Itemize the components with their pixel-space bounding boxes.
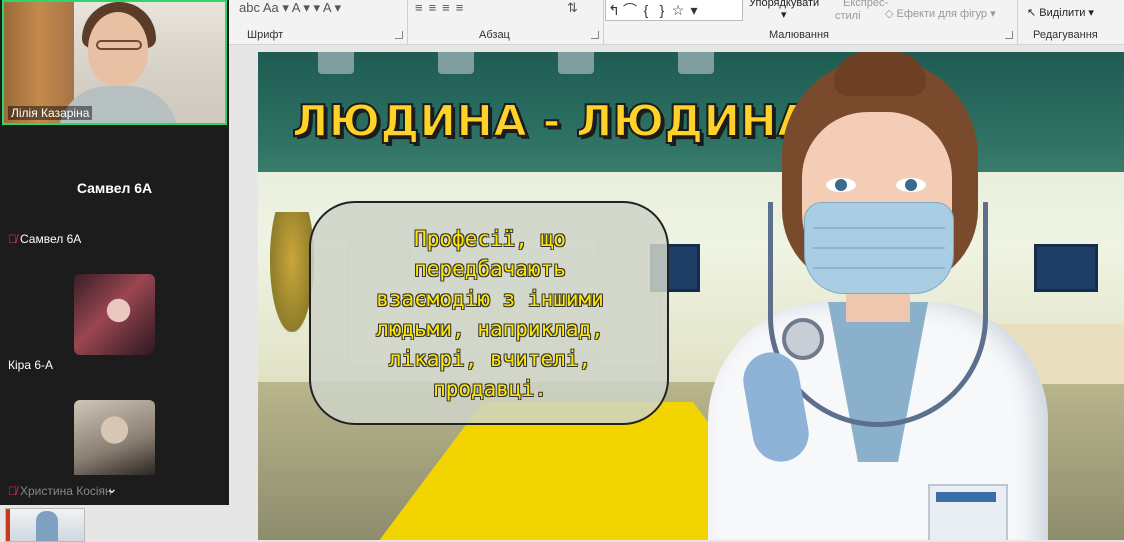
callout-text: Професії, що передбачають взаємодію з ін…: [330, 224, 650, 404]
select-label: Виділити: [1039, 7, 1086, 19]
mic-muted-icon: 🎙̸: [8, 484, 17, 498]
plant: [270, 212, 314, 332]
participant-tile-name: Самвел 6А: [76, 180, 153, 196]
callout-line: Професії, що: [414, 227, 566, 251]
stethoscope-icon: [782, 318, 824, 360]
shape-item[interactable]: ↰: [606, 2, 622, 19]
video-participants-panel: Лілія Казаріна Самвел 6А 🎙̸ Самвел 6А Кір…: [0, 0, 229, 505]
font-controls-row[interactable]: abc Aa ▾ A ▾ ▾ A ▾: [239, 0, 341, 15]
participant-label-text: Самвел 6А: [20, 232, 82, 246]
powerpoint-ribbon: abc Aa ▾ A ▾ ▾ A ▾ ≡≡≡≡ ⇅ Шрифт Абзац ↰ ⌒…: [229, 0, 1124, 45]
chevron-down-icon[interactable]: ⌄: [106, 480, 118, 497]
callout-line: людьми, наприклад,: [376, 317, 604, 341]
shape-item[interactable]: {: [638, 2, 654, 18]
doctor-illustration: [678, 52, 1124, 540]
divider: [603, 0, 604, 44]
drawing-group-label: Малювання: [769, 29, 830, 41]
callout-line: передбачають: [414, 257, 566, 281]
participant-avatar[interactable]: [74, 400, 155, 475]
thumbnail-accent: [6, 509, 10, 541]
divider: [1017, 0, 1018, 44]
callout-line: взаємодію з іншими: [376, 287, 604, 311]
doctor-eye: [896, 178, 926, 192]
select-button[interactable]: ↖ Виділити ▾: [1027, 6, 1094, 19]
shape-effects-button[interactable]: ◇ Ефекти для фігур ▾: [885, 7, 996, 20]
font-group-label: Шрифт: [247, 29, 284, 41]
paragraph-align-buttons[interactable]: ≡≡≡≡: [415, 0, 469, 15]
text-direction-button[interactable]: ⇅: [567, 0, 578, 15]
shape-item[interactable]: ☆: [670, 2, 686, 19]
quick-styles-button[interactable]: стилі: [835, 10, 861, 22]
participant-glasses: [96, 40, 142, 50]
paragraph-group-label: Абзац: [479, 29, 510, 41]
ceiling-lamp: [318, 52, 354, 74]
font-dialog-launcher-icon[interactable]: [395, 31, 403, 39]
id-badge: [928, 484, 1008, 540]
participant-label-text: Христина Косіян: [20, 484, 112, 498]
participant-label: 🎙̸ Христина Косіян: [8, 484, 112, 498]
thumbnail-figure: [36, 511, 58, 541]
slide-thumbnail[interactable]: [5, 508, 85, 542]
chevron-down-icon[interactable]: ▾: [781, 8, 787, 21]
participant-avatar[interactable]: [74, 274, 155, 355]
doctor-hair-bun: [834, 52, 926, 96]
mic-muted-icon: 🎙̸: [8, 232, 17, 246]
ceiling-lamp: [558, 52, 594, 74]
shapes-gallery[interactable]: ↰ ⌒{} ☆ ▾: [605, 0, 743, 21]
shape-item[interactable]: ⌒: [622, 0, 638, 20]
shape-effects-label: Ефекти для фігур: [896, 8, 988, 20]
quick-styles-line1[interactable]: Експрес-: [843, 0, 888, 9]
editing-group-label: Редагування: [1033, 29, 1098, 41]
participant-label: Кіра 6-А: [8, 358, 54, 372]
doctor-eye: [826, 178, 856, 192]
gallery-scroll-icon[interactable]: ▾: [686, 2, 702, 19]
drawing-dialog-launcher-icon[interactable]: [1005, 31, 1013, 39]
presentation-slide[interactable]: ЛЮДИНА - ЛЮДИНА Професії, що передбачают…: [258, 52, 1124, 540]
select-arrow-icon: ↖: [1027, 7, 1037, 19]
callout-line: лікарі, вчителі,: [388, 347, 592, 371]
shape-item[interactable]: }: [654, 2, 670, 18]
participant-label: 🎙̸ Самвел 6А: [8, 232, 81, 246]
divider: [407, 0, 408, 44]
callout-line: продавці.: [433, 377, 547, 401]
active-speaker-video[interactable]: Лілія Казаріна: [2, 0, 227, 125]
ceiling-lamp: [438, 52, 474, 74]
paragraph-dialog-launcher-icon[interactable]: [591, 31, 599, 39]
participant-name: Лілія Казаріна: [8, 106, 93, 120]
